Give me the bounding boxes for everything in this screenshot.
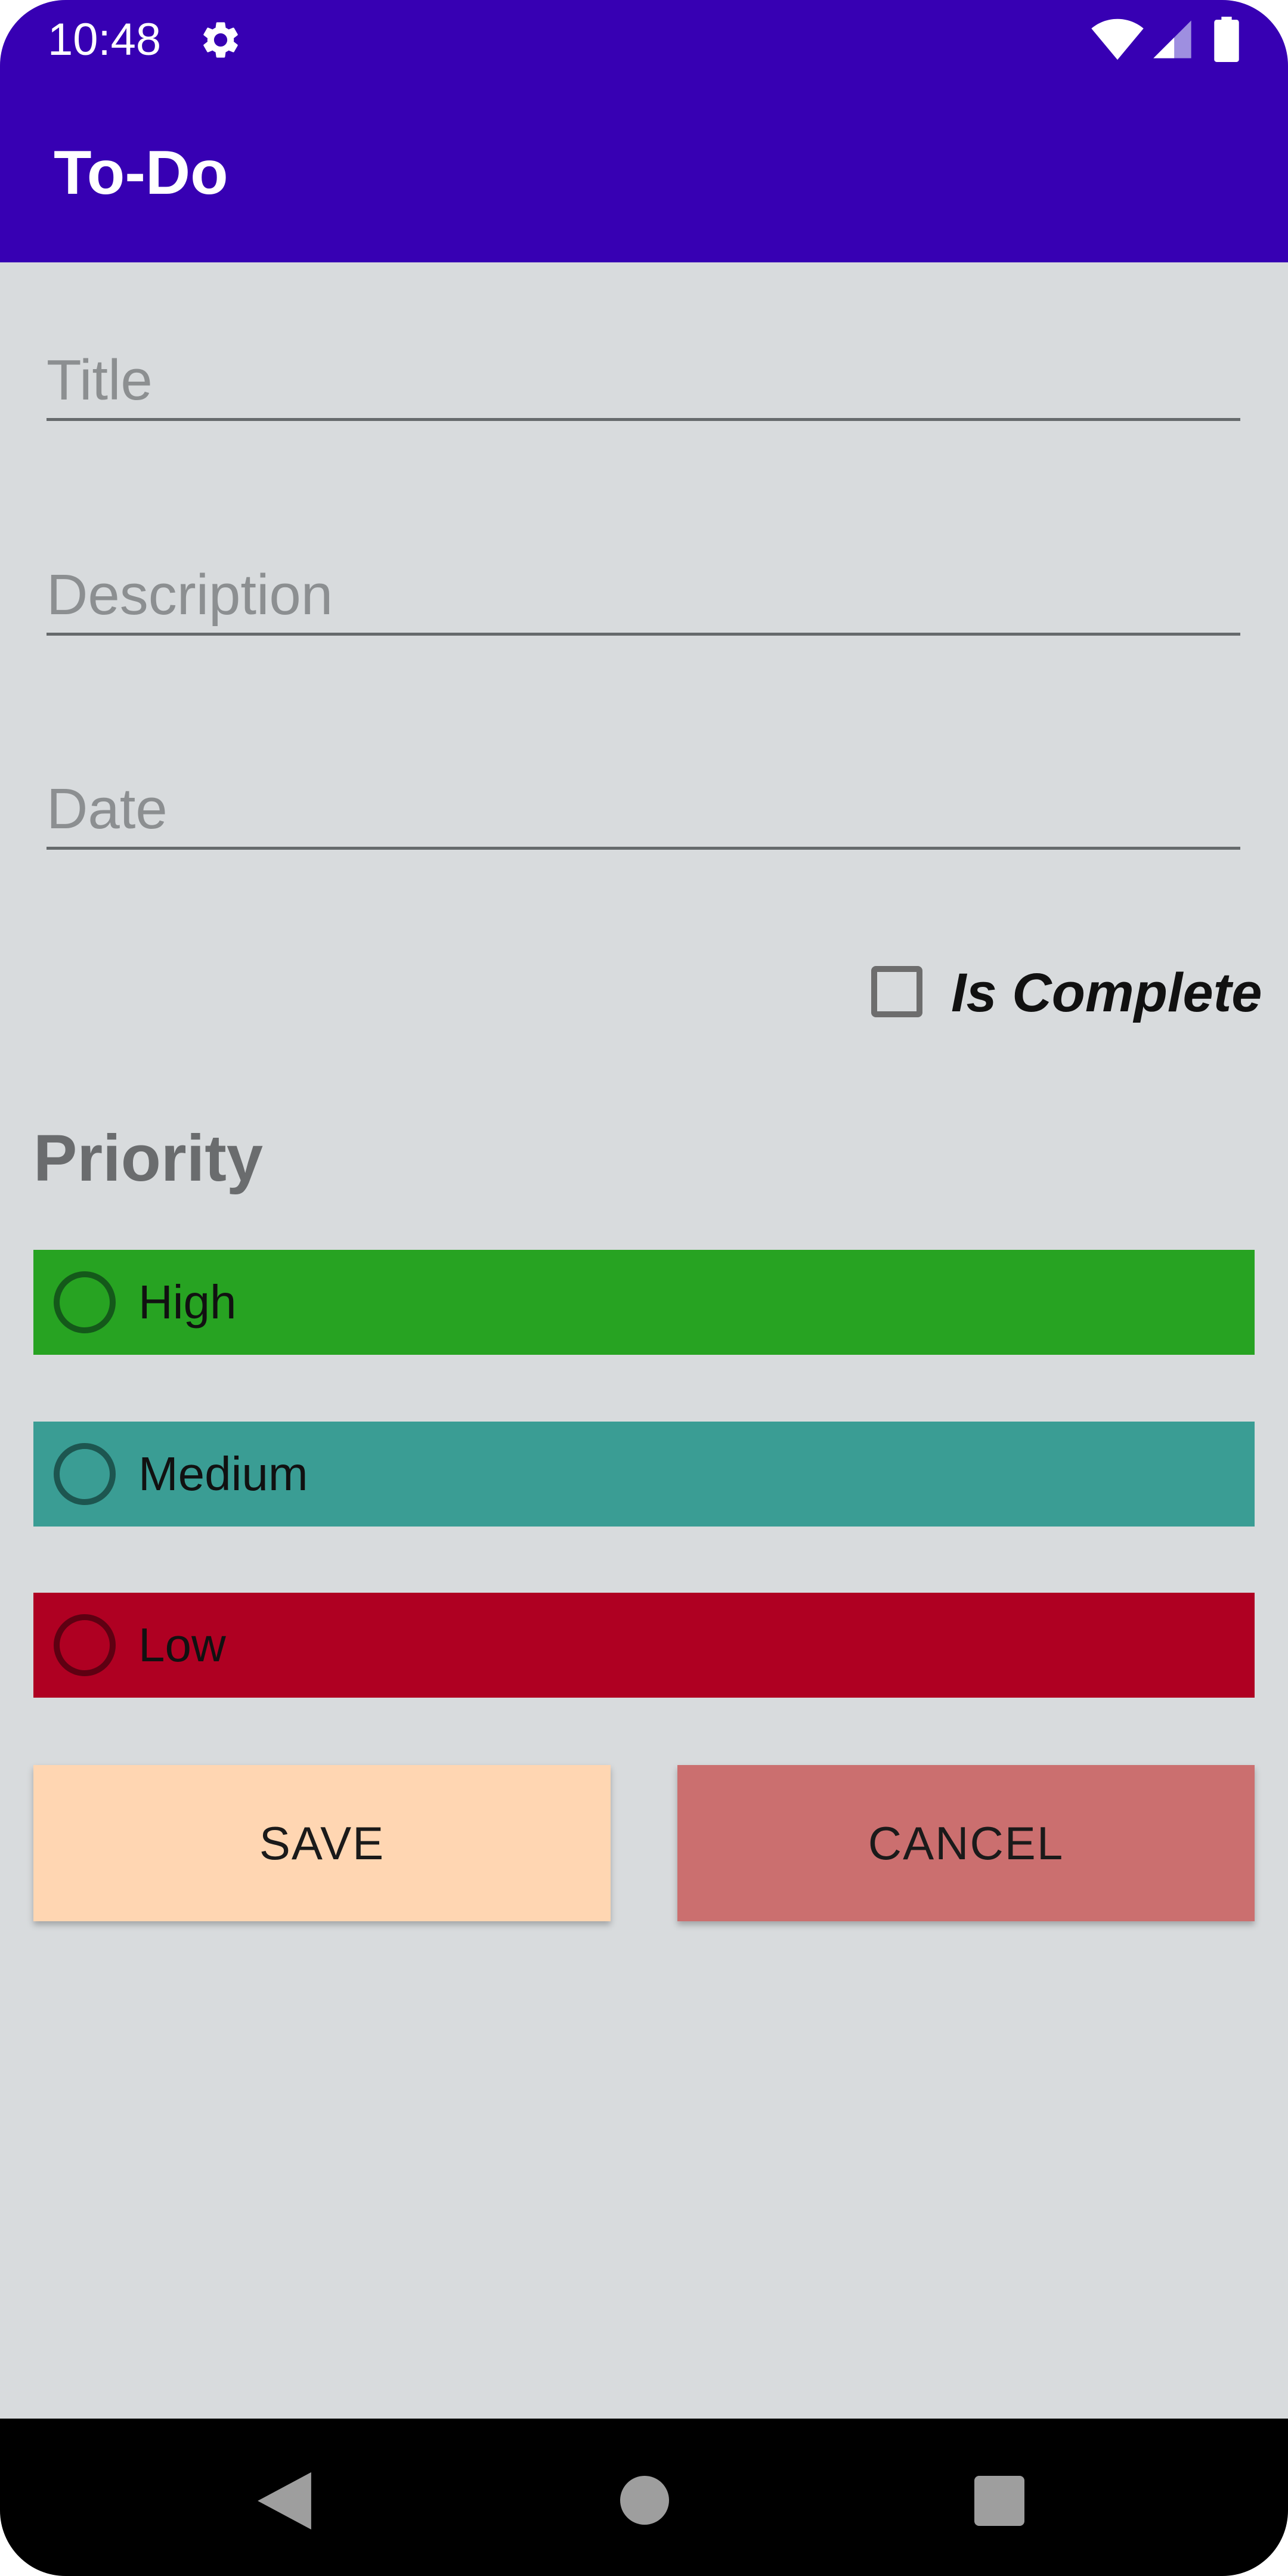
radio-button-low[interactable] <box>54 1614 116 1676</box>
priority-option-low[interactable]: Low <box>33 1593 1255 1698</box>
battery-icon <box>1214 17 1239 62</box>
is-complete-checkbox[interactable] <box>871 966 922 1017</box>
signal-icon <box>1153 20 1191 58</box>
recents-icon[interactable] <box>974 2476 1024 2526</box>
status-time: 10:48 <box>48 14 162 65</box>
title-input[interactable] <box>47 348 1240 413</box>
priority-option-medium[interactable]: Medium <box>33 1422 1255 1527</box>
is-complete-label[interactable]: Is Complete <box>951 959 1262 1027</box>
back-icon[interactable] <box>258 2472 311 2529</box>
date-field[interactable] <box>47 769 1240 850</box>
priority-option-label: Low <box>138 1618 226 1671</box>
wifi-icon <box>1091 18 1144 60</box>
app-bar: 10:48 To-Do <box>0 0 1288 262</box>
priority-option-high[interactable]: High <box>33 1250 1255 1355</box>
radio-button-medium[interactable] <box>54 1443 116 1505</box>
description-input[interactable] <box>47 562 1240 628</box>
description-field[interactable] <box>47 555 1240 636</box>
is-complete-row[interactable]: Is Complete <box>868 959 1262 1027</box>
app-title: To-Do <box>54 138 228 208</box>
radio-button-high[interactable] <box>54 1271 116 1333</box>
priority-option-label: Medium <box>138 1447 308 1500</box>
title-field[interactable] <box>47 340 1240 421</box>
date-input[interactable] <box>47 776 1240 842</box>
home-icon[interactable] <box>620 2476 669 2525</box>
gear-icon <box>203 22 238 58</box>
screen: 10:48 To-Do Is Complete Priority <box>0 0 1288 2576</box>
navigation-bar <box>0 2419 1288 2576</box>
cancel-button[interactable]: CANCEL <box>677 1765 1255 1921</box>
priority-option-label: High <box>138 1275 237 1329</box>
save-button[interactable]: SAVE <box>33 1765 611 1921</box>
priority-heading: Priority <box>33 1122 264 1195</box>
